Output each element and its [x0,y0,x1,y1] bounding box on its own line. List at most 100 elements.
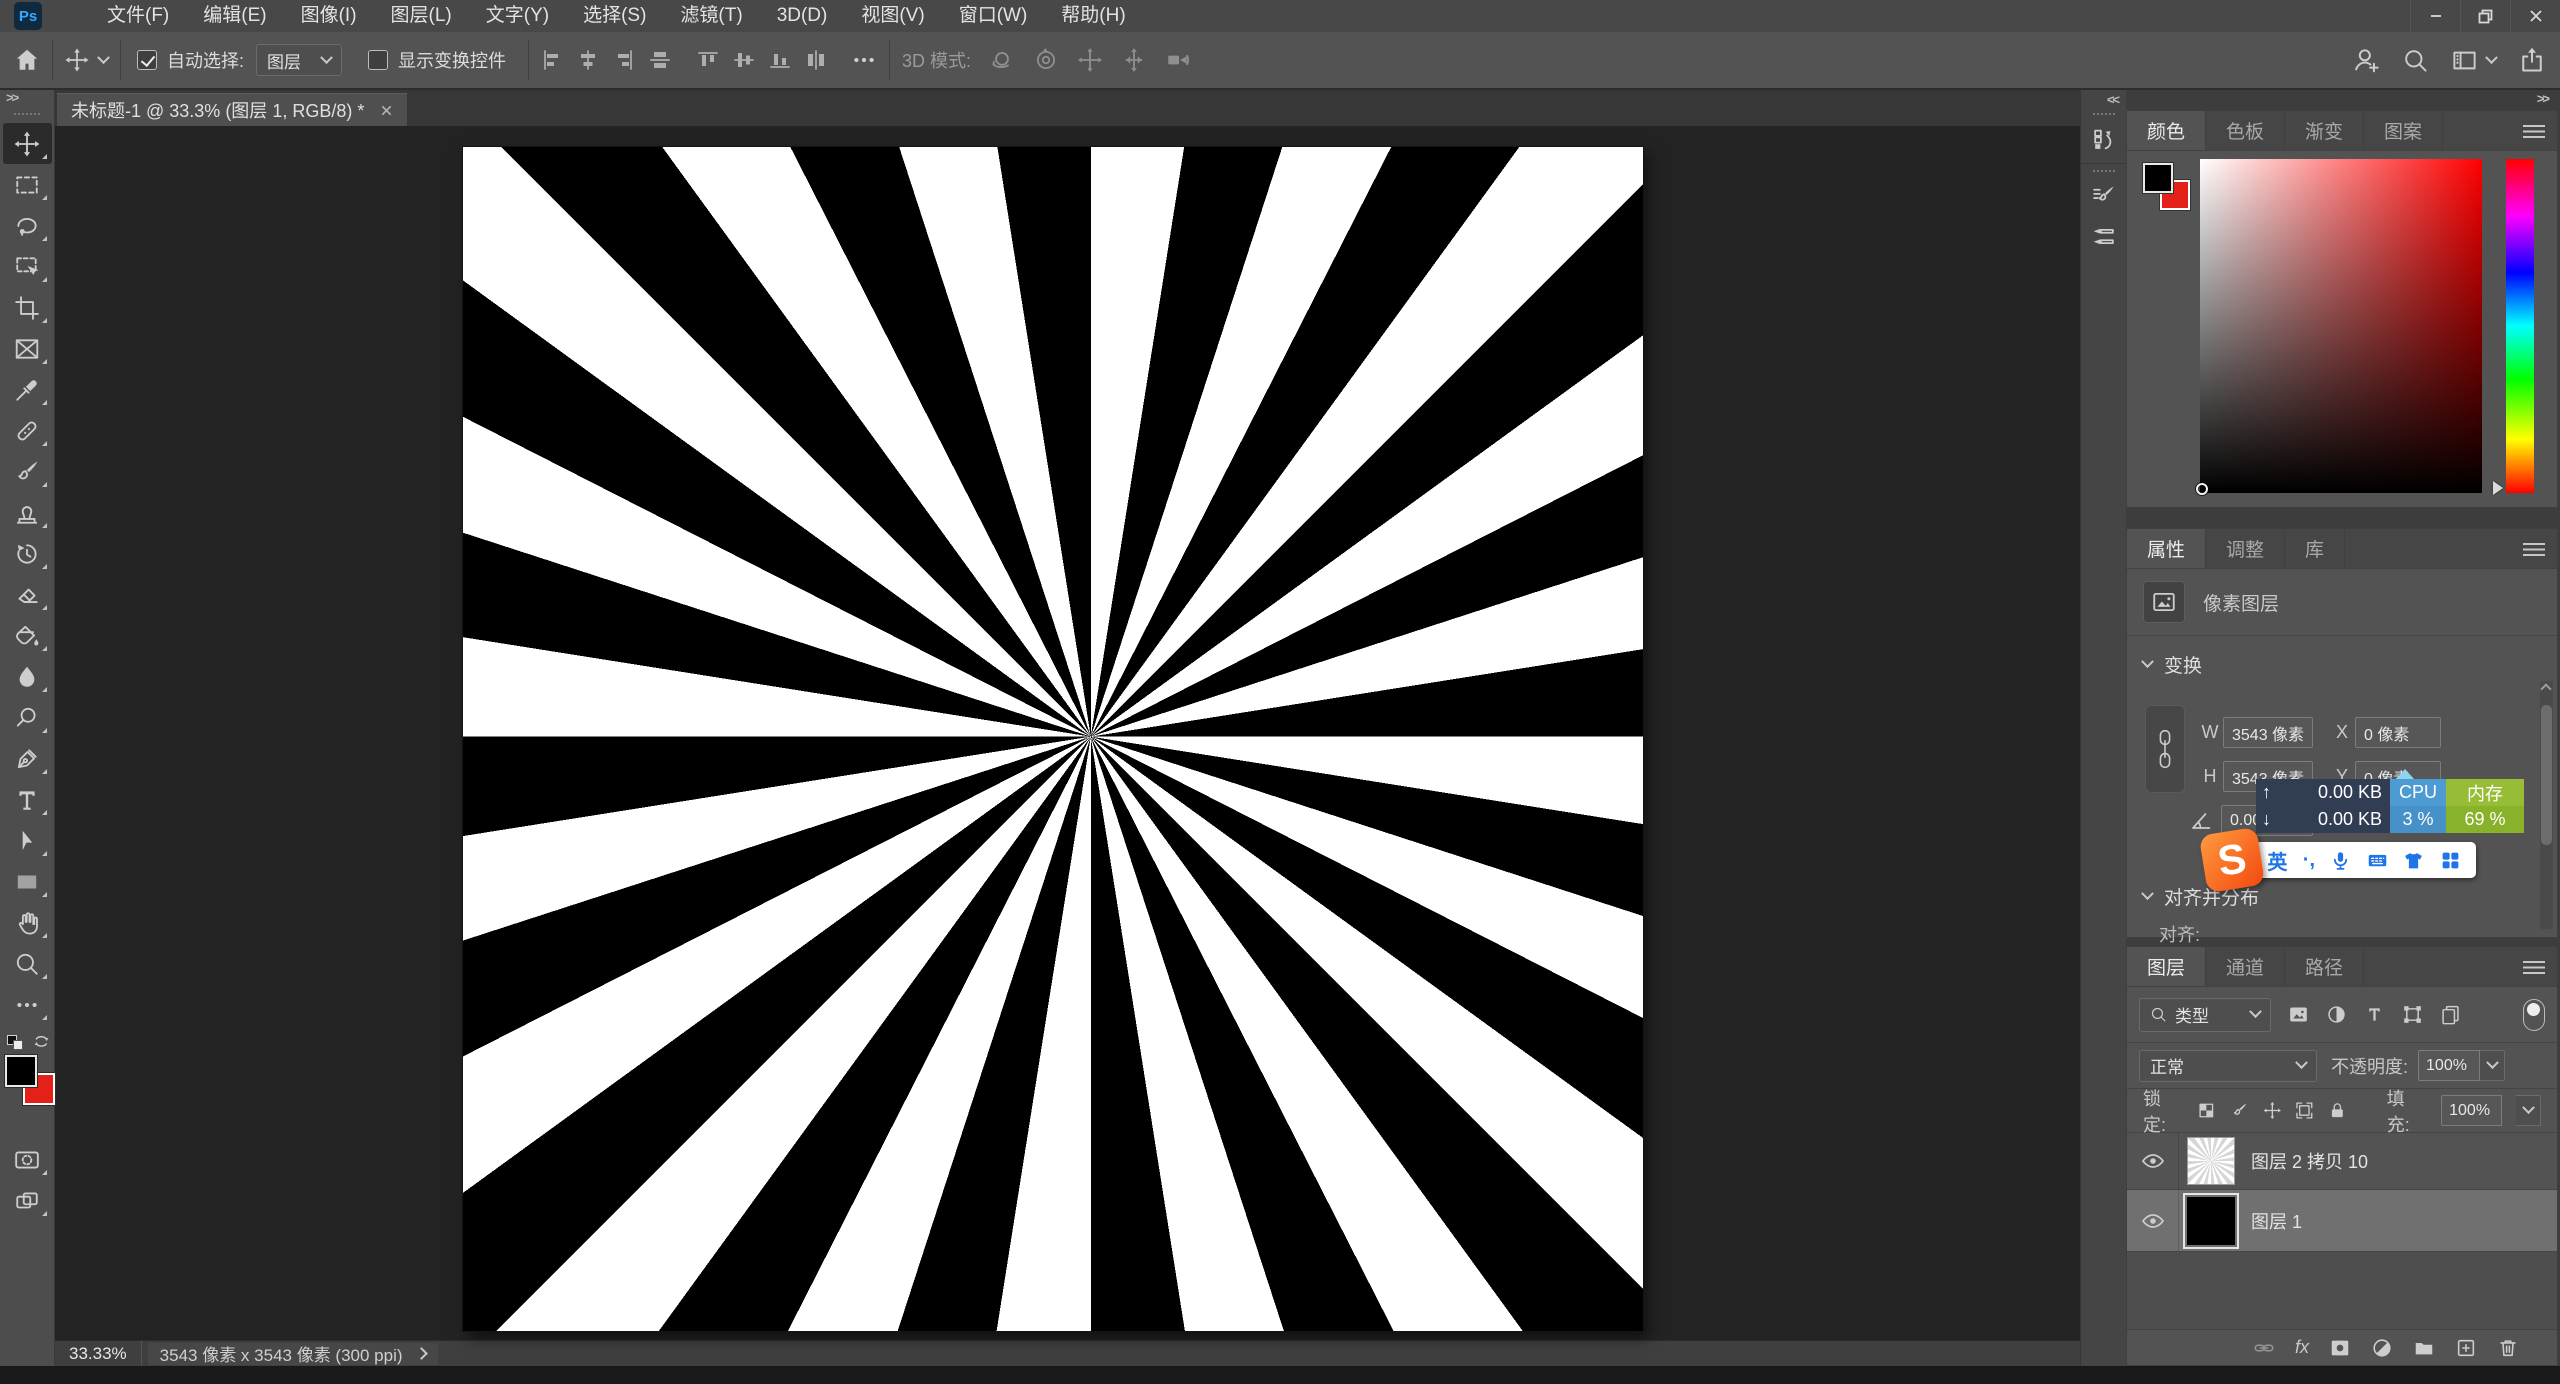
hue-slider-marker[interactable] [2493,481,2503,495]
tool-blur[interactable] [3,656,52,697]
home-button[interactable] [14,47,40,73]
tab-patterns[interactable]: 图案 [2364,111,2443,150]
distribute-v-icon[interactable] [805,49,827,71]
layer-thumbnail[interactable] [2187,1137,2235,1185]
keyboard-icon[interactable] [2367,850,2388,871]
document-tab[interactable]: 未标题-1 @ 33.3% (图层 1, RGB/8) * [57,93,407,126]
fill-dropdown[interactable] [2516,1095,2541,1126]
ime-language-toggle[interactable]: 英 [2267,846,2287,875]
properties-scrollbar[interactable] [2540,681,2553,929]
tool-move[interactable] [3,123,52,164]
align-center-h-icon[interactable] [577,49,599,71]
filter-toggle[interactable] [2523,999,2545,1031]
link-layers-icon[interactable] [2253,1337,2275,1359]
menu-type[interactable]: 文字(Y) [469,0,566,32]
tool-crop[interactable] [3,287,52,328]
foreground-color-swatch[interactable] [2143,163,2173,193]
roll-3d-icon[interactable] [1033,47,1059,73]
quick-mask-button[interactable] [3,1139,52,1180]
swap-colors-icon[interactable] [33,1033,50,1055]
tool-object-selection[interactable] [3,246,52,287]
hue-strip[interactable] [2506,159,2534,493]
menu-3d[interactable]: 3D(D) [760,0,845,32]
tab-swatches[interactable]: 色板 [2206,111,2285,150]
filter-type-layers-icon[interactable] [2364,1004,2385,1025]
panel-menu-icon[interactable] [2523,961,2545,974]
tab-paths[interactable]: 路径 [2285,947,2364,986]
layer-name[interactable]: 图层 1 [2235,1190,2302,1251]
orbit-3d-icon[interactable] [989,47,1015,73]
tool-preset-move[interactable] [65,48,108,72]
tool-zoom[interactable] [3,943,52,984]
foreground-color-swatch[interactable] [5,1055,37,1087]
panel-menu-icon[interactable] [2523,125,2545,138]
menu-edit[interactable]: 编辑(E) [186,0,283,32]
layer-style-icon[interactable]: fx [2295,1337,2309,1358]
menu-filter[interactable]: 滤镜(T) [663,0,759,32]
zoom-level-field[interactable]: 33.33% [55,1341,142,1366]
visibility-toggle[interactable] [2127,1190,2179,1251]
opacity-dropdown[interactable] [2480,1050,2505,1081]
add-mask-icon[interactable] [2329,1337,2351,1359]
share-icon[interactable] [2518,46,2546,74]
tool-pen[interactable] [3,738,52,779]
align-center-v-icon[interactable] [733,49,755,71]
menu-image[interactable]: 图像(I) [284,0,374,32]
search-icon[interactable] [2402,47,2429,74]
blend-mode-dropdown[interactable]: 正常 [2139,1050,2317,1082]
menu-file[interactable]: 文件(F) [90,0,186,32]
minimize-button[interactable] [2410,0,2460,32]
mic-icon[interactable] [2330,850,2351,871]
filter-shape-layers-icon[interactable] [2402,1004,2423,1025]
tab-libraries[interactable]: 库 [2285,529,2345,568]
layer-thumbnail[interactable] [2187,1197,2235,1245]
lock-artboard-icon[interactable] [2295,1101,2314,1120]
new-group-icon[interactable] [2413,1337,2435,1359]
tool-hand[interactable] [3,902,52,943]
filter-smart-objects-icon[interactable] [2440,1004,2461,1025]
scrollbar-thumb[interactable] [2541,705,2552,845]
layer-row-starburst[interactable]: 图层 2 拷贝 10 [2127,1133,2557,1190]
align-top-icon[interactable] [697,49,719,71]
width-field[interactable]: 3543 像素 [2223,717,2313,748]
auto-select-dropdown[interactable]: 图层 [256,44,342,76]
tool-type[interactable] [3,779,52,820]
tool-brush[interactable] [3,451,52,492]
tab-gradients[interactable]: 渐变 [2285,111,2364,150]
align-left-icon[interactable] [541,49,563,71]
scroll-up-icon[interactable] [2540,683,2551,694]
transform-section-header[interactable]: 变换 [2143,651,2202,678]
skin-icon[interactable] [2403,850,2424,871]
tool-rectangle[interactable] [3,861,52,902]
tab-channels[interactable]: 通道 [2206,947,2285,986]
tool-path-selection[interactable] [3,820,52,861]
tool-clone-stamp[interactable] [3,492,52,533]
lock-pixels-icon[interactable] [2230,1101,2249,1120]
saturation-brightness-field[interactable] [2200,159,2482,493]
align-bottom-icon[interactable] [769,49,791,71]
default-colors-icon[interactable] [7,1035,25,1051]
auto-select-checkbox[interactable] [137,50,157,70]
lock-position-icon[interactable] [2263,1101,2282,1120]
delete-layer-icon[interactable] [2497,1337,2519,1359]
new-adjustment-layer-icon[interactable] [2371,1337,2393,1359]
tab-color[interactable]: 颜色 [2127,111,2206,150]
ime-punctuation-toggle[interactable]: ·, [2303,849,2315,872]
history-panel-button[interactable] [2084,119,2124,159]
camera-3d-icon[interactable] [1165,47,1191,73]
new-layer-icon[interactable] [2455,1337,2477,1359]
tab-properties[interactable]: 属性 [2127,529,2206,568]
toolbar-gripper[interactable] [14,113,40,115]
menu-layer[interactable]: 图层(L) [374,0,469,32]
menu-window[interactable]: 窗口(W) [942,0,1045,32]
visibility-toggle[interactable] [2127,1133,2179,1189]
panels-collapse-button[interactable]: >> [2537,91,2548,106]
toolbox-icon[interactable] [2440,850,2461,871]
workspace-switcher[interactable] [2451,47,2496,74]
close-tab-icon[interactable] [380,104,393,117]
distribute-h-icon[interactable] [649,49,671,71]
tab-layers[interactable]: 图层 [2127,947,2206,986]
layer-row-background[interactable]: 图层 1 [2127,1190,2557,1252]
tab-adjustments[interactable]: 调整 [2206,529,2285,568]
show-transform-checkbox[interactable] [368,50,388,70]
